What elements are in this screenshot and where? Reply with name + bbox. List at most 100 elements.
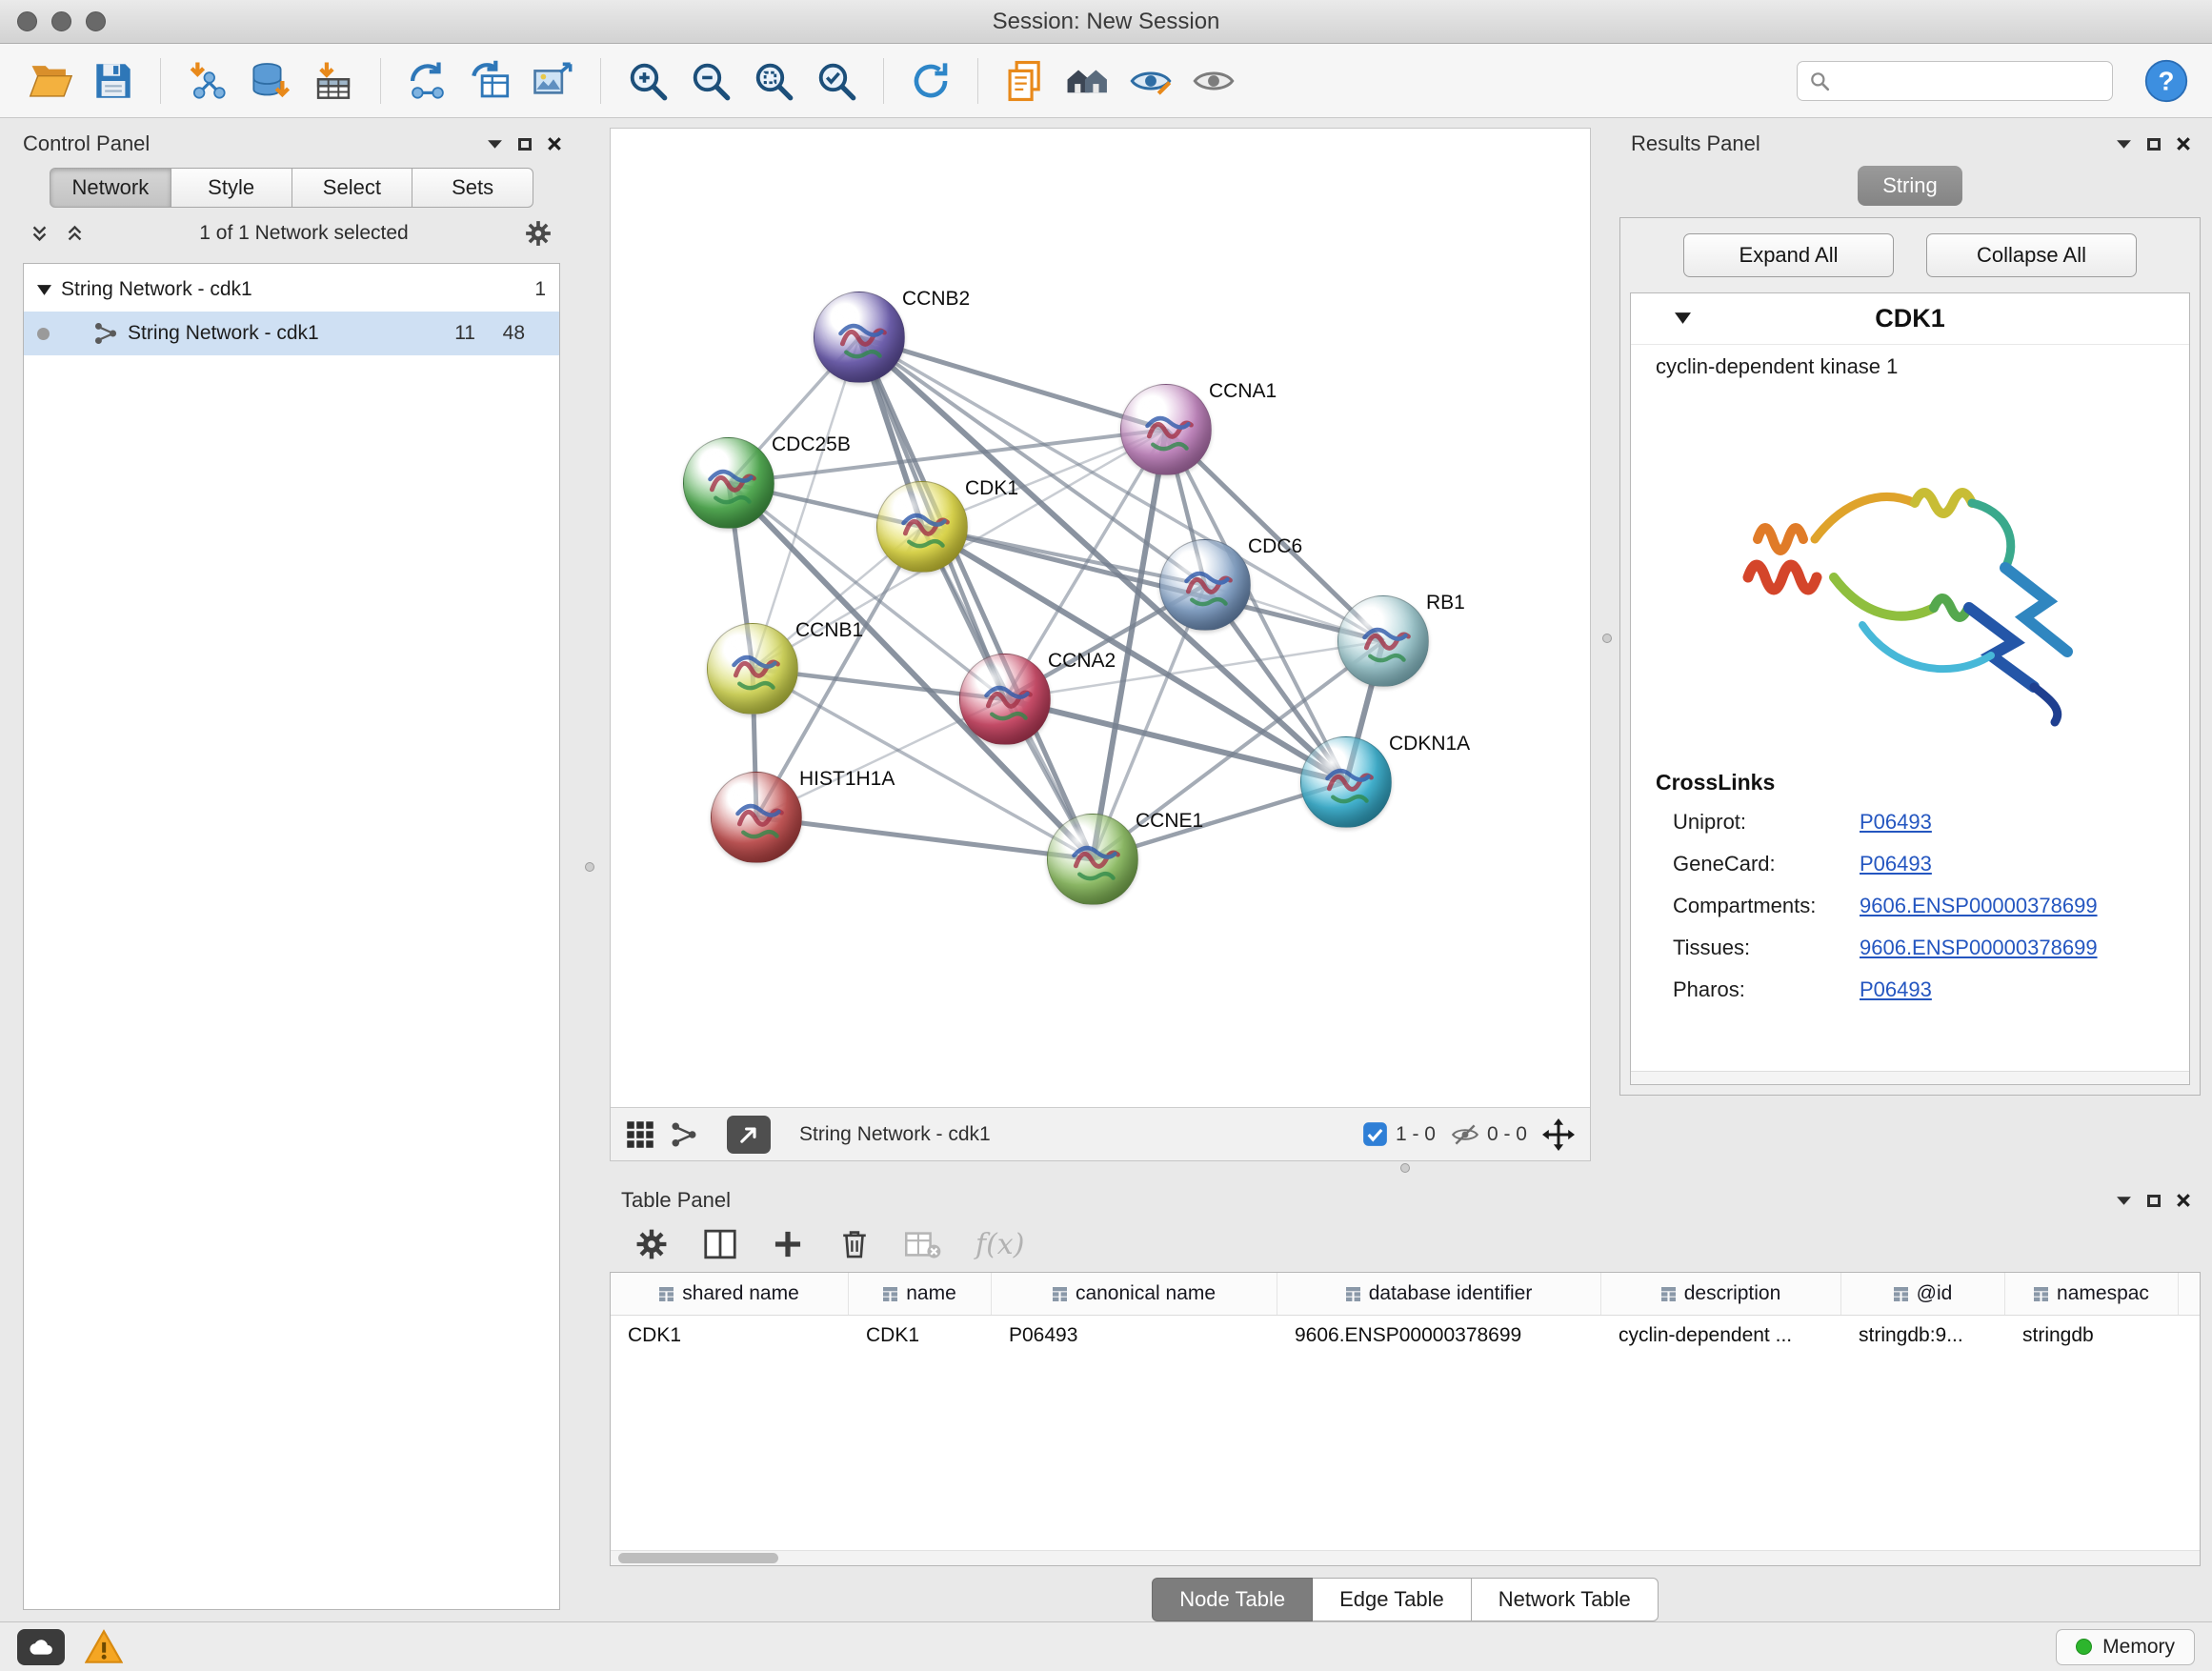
network-edge[interactable] bbox=[756, 817, 1093, 859]
tab-style[interactable]: Style bbox=[171, 168, 292, 208]
export-image-button[interactable] bbox=[526, 53, 581, 109]
zoom-selected-button[interactable] bbox=[809, 53, 864, 109]
float-window-icon[interactable] bbox=[518, 138, 532, 151]
show-graphics-details-button[interactable] bbox=[1123, 53, 1178, 109]
column-header--id[interactable]: @id bbox=[1841, 1273, 2005, 1315]
table-cell[interactable]: cyclin-dependent ... bbox=[1601, 1316, 1841, 1356]
checkbox-icon[interactable] bbox=[1362, 1121, 1388, 1147]
crosslink-link[interactable]: P06493 bbox=[1860, 977, 1932, 1002]
tab-sets[interactable]: Sets bbox=[412, 168, 533, 208]
expand-all-button[interactable]: Expand All bbox=[1683, 233, 1894, 277]
table-row[interactable]: CDK1CDK1P064939606.ENSP00000378699cyclin… bbox=[611, 1316, 2200, 1356]
column-header-canonical-name[interactable]: canonical name bbox=[992, 1273, 1277, 1315]
tab-string[interactable]: String bbox=[1858, 166, 1961, 206]
gear-icon[interactable] bbox=[524, 219, 553, 248]
open-session-button[interactable] bbox=[23, 53, 78, 109]
cloud-services-button[interactable] bbox=[17, 1629, 65, 1665]
network-node-ccna2[interactable] bbox=[959, 654, 1051, 745]
tab-select[interactable]: Select bbox=[292, 168, 413, 208]
eye-slash-icon[interactable] bbox=[1451, 1122, 1479, 1147]
grid-view-icon[interactable] bbox=[626, 1120, 654, 1149]
clone-network-button[interactable] bbox=[463, 53, 518, 109]
network-node-cdc25b[interactable] bbox=[683, 437, 774, 529]
chevron-down-icon[interactable] bbox=[487, 139, 503, 150]
tab-node-table[interactable]: Node Table bbox=[1152, 1578, 1313, 1621]
import-network-file-button[interactable] bbox=[180, 53, 235, 109]
save-session-button[interactable] bbox=[86, 53, 141, 109]
hidden-counts: 0 - 0 bbox=[1487, 1123, 1527, 1146]
table-cell[interactable]: 9606.ENSP00000378699 bbox=[1277, 1316, 1601, 1356]
import-table-button[interactable] bbox=[306, 53, 361, 109]
table-settings-button[interactable] bbox=[634, 1227, 669, 1261]
birdseye-view-icon[interactable] bbox=[670, 1120, 698, 1149]
crosslink-link[interactable]: P06493 bbox=[1860, 810, 1932, 835]
gene-header[interactable]: CDK1 bbox=[1631, 293, 2189, 345]
network-edge[interactable] bbox=[922, 527, 1383, 641]
search-input[interactable] bbox=[1839, 70, 2101, 91]
import-network-database-button[interactable] bbox=[243, 53, 298, 109]
close-icon[interactable] bbox=[2176, 136, 2191, 151]
chevron-down-icon[interactable] bbox=[2116, 1196, 2132, 1206]
network-node-rb1[interactable] bbox=[1337, 595, 1429, 687]
home-layout-button[interactable] bbox=[1060, 53, 1116, 109]
float-window-icon[interactable] bbox=[2147, 138, 2161, 151]
warnings-button[interactable] bbox=[82, 1629, 126, 1665]
network-node-ccnb1[interactable] bbox=[707, 623, 798, 715]
add-column-button[interactable] bbox=[772, 1228, 804, 1260]
close-icon[interactable] bbox=[2176, 1193, 2191, 1208]
network-collection-row[interactable]: String Network - cdk1 1 bbox=[24, 268, 559, 312]
splitter-handle[interactable] bbox=[585, 862, 594, 872]
column-header-description[interactable]: description bbox=[1601, 1273, 1841, 1315]
tab-network-table[interactable]: Network Table bbox=[1472, 1578, 1659, 1621]
refresh-button[interactable] bbox=[903, 53, 958, 109]
network-node-cdc6[interactable] bbox=[1159, 539, 1251, 631]
collapse-all-icon[interactable] bbox=[30, 225, 49, 243]
zoom-out-button[interactable] bbox=[683, 53, 738, 109]
network-node-cdkn1a[interactable] bbox=[1300, 736, 1392, 828]
network-node-ccnb2[interactable] bbox=[814, 292, 905, 383]
column-header-database-identifier[interactable]: database identifier bbox=[1277, 1273, 1601, 1315]
function-builder-button[interactable]: f(x) bbox=[975, 1228, 1024, 1261]
splitter-handle[interactable] bbox=[1602, 634, 1612, 643]
expand-all-icon[interactable] bbox=[66, 225, 84, 243]
tab-network[interactable]: Network bbox=[50, 168, 171, 208]
table-cell[interactable]: stringdb:9... bbox=[1841, 1316, 2005, 1356]
network-canvas[interactable]: CCNB2CCNA1CDC25BCDK1CDC6RB1CCNB1CCNA2CDK… bbox=[611, 129, 1590, 1107]
close-icon[interactable] bbox=[547, 136, 562, 151]
table-cell[interactable]: CDK1 bbox=[849, 1316, 992, 1356]
column-header-namespac[interactable]: namespac bbox=[2005, 1273, 2179, 1315]
new-network-button[interactable] bbox=[400, 53, 455, 109]
clear-table-button[interactable] bbox=[905, 1228, 941, 1260]
zoom-in-button[interactable] bbox=[620, 53, 675, 109]
zoom-fit-button[interactable] bbox=[746, 53, 801, 109]
collapse-all-button[interactable]: Collapse All bbox=[1926, 233, 2137, 277]
table-cell[interactable]: stringdb bbox=[2005, 1316, 2179, 1356]
memory-button[interactable]: Memory bbox=[2056, 1629, 2195, 1665]
crosshair-icon[interactable] bbox=[1542, 1118, 1575, 1151]
splitter-handle[interactable] bbox=[1400, 1163, 1410, 1173]
column-header-name[interactable]: name bbox=[849, 1273, 992, 1315]
scrollbar-thumb[interactable] bbox=[618, 1553, 778, 1563]
crosslink-link[interactable]: 9606.ENSP00000378699 bbox=[1860, 936, 2098, 960]
detach-view-button[interactable] bbox=[727, 1116, 771, 1154]
tab-edge-table[interactable]: Edge Table bbox=[1313, 1578, 1472, 1621]
float-window-icon[interactable] bbox=[2147, 1195, 2161, 1207]
delete-column-button[interactable] bbox=[838, 1228, 871, 1260]
network-node-ccna1[interactable] bbox=[1120, 384, 1212, 475]
show-columns-button[interactable] bbox=[703, 1227, 737, 1261]
results-scrollbar[interactable] bbox=[1631, 1071, 2189, 1084]
table-cell[interactable]: CDK1 bbox=[611, 1316, 849, 1356]
network-node-ccne1[interactable] bbox=[1047, 814, 1138, 905]
crosslink-link[interactable]: P06493 bbox=[1860, 852, 1932, 876]
network-edge[interactable] bbox=[859, 337, 1166, 430]
hide-graphics-button[interactable] bbox=[1186, 53, 1241, 109]
chevron-down-icon[interactable] bbox=[2116, 139, 2132, 150]
network-row[interactable]: String Network - cdk1 11 48 bbox=[24, 312, 559, 355]
annotation-button[interactable] bbox=[997, 53, 1053, 109]
network-node-cdk1[interactable] bbox=[876, 481, 968, 573]
help-button[interactable]: ? bbox=[2143, 58, 2189, 104]
column-header-shared-name[interactable]: shared name bbox=[611, 1273, 849, 1315]
crosslink-link[interactable]: 9606.ENSP00000378699 bbox=[1860, 894, 2098, 918]
table-cell[interactable]: P06493 bbox=[992, 1316, 1277, 1356]
network-node-hist1h1a[interactable] bbox=[711, 772, 802, 863]
